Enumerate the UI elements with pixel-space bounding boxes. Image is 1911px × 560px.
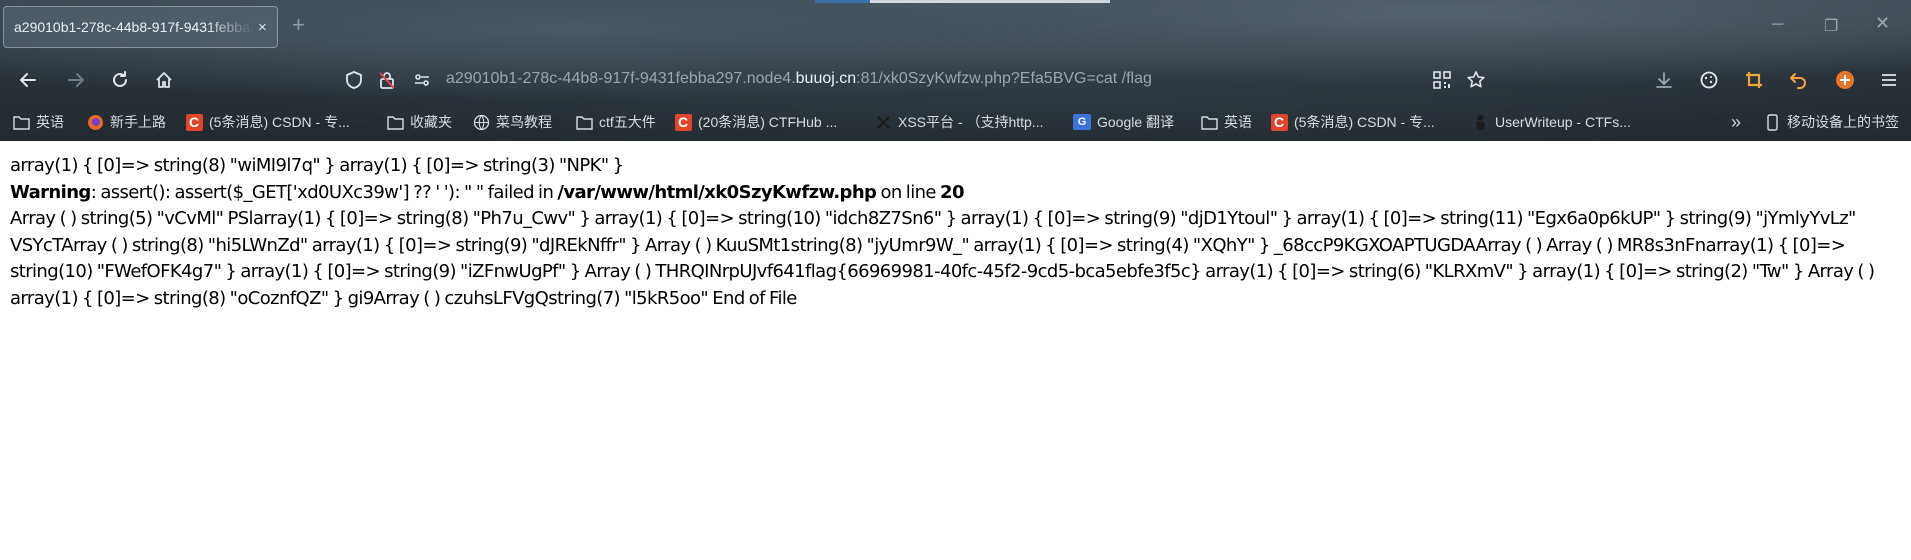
- bookmark-label: UserWriteup - CTFs...: [1495, 114, 1631, 130]
- page-content: array(1) { [0]=> string(8) "wiMI9l7q" } …: [0, 141, 1911, 560]
- warning-text: : assert(): assert($_GET['xd0UXc39w'] ??…: [90, 181, 558, 203]
- php-warning: Warning: assert(): assert($_GET['xd0UXc3…: [10, 180, 1901, 207]
- output-body: Array ( ) string(5) "vCvMl" PSlarray(1) …: [10, 208, 1875, 309]
- bookmark-label: (20条消息) CTFHub ...: [698, 114, 838, 130]
- new-tab-button[interactable]: +: [292, 14, 305, 36]
- warning-label: Warning: [10, 181, 91, 203]
- undo-icon[interactable]: [1786, 68, 1810, 92]
- bookmark-item[interactable]: 英语: [12, 111, 64, 133]
- permissions-icon[interactable]: [410, 68, 434, 92]
- close-window-button[interactable]: ✕: [1875, 13, 1890, 34]
- bookmark-item[interactable]: 英语: [1200, 111, 1252, 133]
- bookmarks-toolbar: 英语 新手上路 C (5条消息) CSDN - 专... 收藏夹 菜鸟教程 ctf…: [0, 108, 1911, 136]
- bookmark-label: 收藏夹: [410, 114, 452, 130]
- bookmark-label: ctf五大件: [599, 114, 656, 130]
- firefox-icon: [86, 113, 104, 131]
- reload-icon[interactable]: [108, 68, 132, 92]
- home-icon[interactable]: [152, 68, 176, 92]
- csdn-icon: C: [1270, 113, 1288, 131]
- bookmark-label: 新手上路: [110, 114, 166, 130]
- warning-file: /var/www/html/xk0SzyKwfzw.php: [557, 181, 877, 203]
- globe-icon: [472, 113, 490, 131]
- minimize-button[interactable]: ─: [1772, 16, 1783, 34]
- bookmark-item[interactable]: UserWriteup - CTFs...: [1471, 111, 1631, 133]
- bookmark-item[interactable]: ctf五大件: [575, 111, 656, 133]
- bookmark-label: (5条消息) CSDN - 专...: [1294, 114, 1435, 130]
- menu-icon[interactable]: [1877, 68, 1901, 92]
- bookmark-item[interactable]: 移动设备上的书签: [1763, 111, 1899, 133]
- url-prefix: a29010b1-278c-44b8-917f-9431febba297.nod…: [446, 70, 796, 87]
- bookmark-item[interactable]: C (5条消息) CSDN - 专...: [185, 111, 350, 133]
- bookmark-label: (5条消息) CSDN - 专...: [209, 114, 350, 130]
- url-host: buuoj.cn: [795, 70, 857, 87]
- folder-icon: [386, 113, 404, 131]
- back-arrow-icon[interactable]: [16, 68, 40, 92]
- url-bar[interactable]: a29010b1-278c-44b8-917f-9431febba297.nod…: [446, 70, 1152, 88]
- bookmark-item[interactable]: 菜鸟教程: [472, 111, 552, 133]
- tab-strip: a29010b1-278c-44b8-917f-9431febba297.nod…: [0, 0, 1911, 54]
- csdn-icon: C: [185, 113, 203, 131]
- xss-icon: [874, 113, 892, 131]
- tab-title: a29010b1-278c-44b8-917f-9431febba297.nod…: [14, 19, 254, 35]
- bookmark-label: 英语: [36, 114, 64, 130]
- qr-code-icon[interactable]: [1430, 68, 1454, 92]
- bookmark-item[interactable]: G Google 翻译: [1073, 111, 1174, 133]
- bookmark-label: XSS平台 - （支持http...: [898, 114, 1044, 130]
- mobile-icon: [1763, 113, 1781, 131]
- forward-arrow-icon[interactable]: [64, 68, 88, 92]
- bookmark-item[interactable]: 收藏夹: [386, 111, 452, 133]
- bookmark-label: 移动设备上的书签: [1787, 114, 1899, 130]
- downloads-icon[interactable]: [1652, 68, 1676, 92]
- bookmark-label: 菜鸟教程: [496, 114, 552, 130]
- navigation-bar: a29010b1-278c-44b8-917f-9431febba297.nod…: [0, 58, 1911, 102]
- url-suffix: :81/xk0SzyKwfzw.php?Efa5BVG=cat /flag: [856, 70, 1152, 87]
- browser-chrome: a29010b1-278c-44b8-917f-9431febba297.nod…: [0, 0, 1911, 141]
- bookmark-item[interactable]: XSS平台 - （支持http...: [874, 111, 1043, 133]
- google-translate-icon: G: [1073, 113, 1091, 131]
- output-line-1: array(1) { [0]=> string(8) "wiMI9l7q" } …: [10, 155, 624, 176]
- bookmark-star-icon[interactable]: [1464, 68, 1488, 92]
- insecure-lock-icon[interactable]: [375, 68, 399, 92]
- active-tab[interactable]: a29010b1-278c-44b8-917f-9431febba297.nod…: [3, 6, 278, 48]
- folder-icon: [1200, 113, 1218, 131]
- crop-screenshot-icon[interactable]: [1742, 68, 1766, 92]
- bookmark-label: Google 翻译: [1097, 114, 1175, 130]
- maximize-button[interactable]: ❐: [1824, 16, 1838, 36]
- bookmark-item[interactable]: C (20条消息) CTFHub ...: [674, 111, 837, 133]
- warning-line-number: 20: [940, 181, 964, 203]
- shield-icon[interactable]: [342, 68, 366, 92]
- warning-on-line: on line: [876, 181, 941, 203]
- extension-icon[interactable]: [1833, 68, 1857, 92]
- bookmark-label: 英语: [1224, 114, 1252, 130]
- folder-icon: [12, 113, 30, 131]
- bookmark-item[interactable]: C (5条消息) CSDN - 专...: [1270, 111, 1435, 133]
- bookmarks-overflow-button[interactable]: »: [1731, 112, 1741, 133]
- bookmark-item[interactable]: 新手上路: [86, 111, 166, 133]
- ninja-icon: [1471, 113, 1489, 131]
- csdn-icon: C: [674, 113, 692, 131]
- tab-close-icon[interactable]: ×: [258, 19, 267, 36]
- folder-icon: [575, 113, 593, 131]
- cookie-icon[interactable]: [1697, 68, 1721, 92]
